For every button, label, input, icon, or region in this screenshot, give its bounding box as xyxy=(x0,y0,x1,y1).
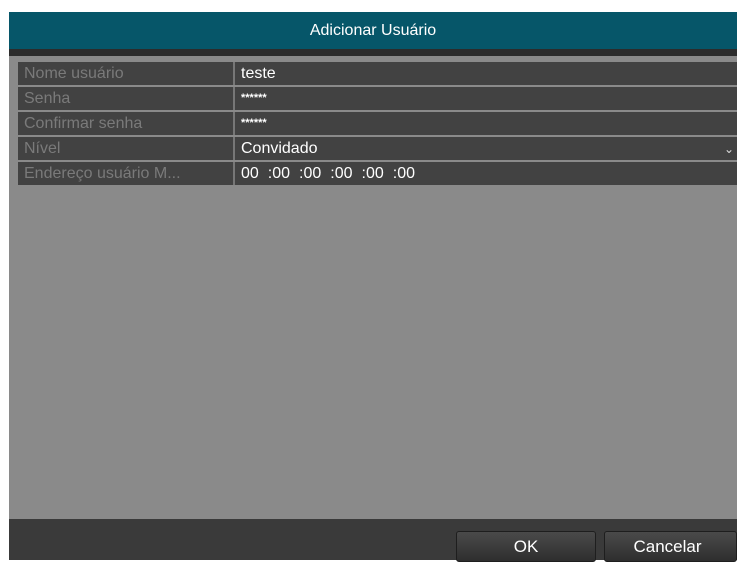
mac-address-input[interactable]: 00 :00 :00 :00 :00 :00 xyxy=(235,162,737,185)
mac-octet-6[interactable]: :00 xyxy=(393,162,415,185)
dialog-footer: OK Cancelar xyxy=(9,519,737,562)
cancel-button[interactable]: Cancelar xyxy=(604,531,737,562)
level-select[interactable]: Convidado ⌄ xyxy=(235,137,737,160)
password-input[interactable]: ****** xyxy=(235,87,737,110)
ok-button[interactable]: OK xyxy=(456,531,596,562)
username-input[interactable]: teste xyxy=(235,62,737,85)
dialog-title: Adicionar Usuário xyxy=(9,12,737,56)
mac-octet-5[interactable]: :00 xyxy=(362,162,384,185)
mac-address-row: Endereço usuário M... 00 :00 :00 :00 :00… xyxy=(18,162,737,185)
mac-octet-2[interactable]: :00 xyxy=(268,162,290,185)
level-selected-value: Convidado xyxy=(241,140,318,157)
confirm-password-input[interactable]: ****** xyxy=(235,112,737,135)
mac-octet-1[interactable]: 00 xyxy=(241,162,259,185)
chevron-down-icon[interactable]: ⌄ xyxy=(724,137,734,162)
confirm-password-label: Confirmar senha xyxy=(18,112,235,135)
level-label: Nível xyxy=(18,137,235,160)
password-row: Senha ****** xyxy=(18,87,737,110)
mac-octet-3[interactable]: :00 xyxy=(299,162,321,185)
mac-octet-4[interactable]: :00 xyxy=(330,162,352,185)
password-label: Senha xyxy=(18,87,235,110)
mac-address-label: Endereço usuário M... xyxy=(18,162,235,185)
username-label: Nome usuário xyxy=(18,62,235,85)
user-form: Nome usuário teste Senha ****** Confirma… xyxy=(18,62,737,187)
username-row: Nome usuário teste xyxy=(18,62,737,85)
confirm-password-row: Confirmar senha ****** xyxy=(18,112,737,135)
level-row: Nível Convidado ⌄ xyxy=(18,137,737,160)
add-user-dialog: Adicionar Usuário Nome usuário teste Sen… xyxy=(9,12,737,562)
